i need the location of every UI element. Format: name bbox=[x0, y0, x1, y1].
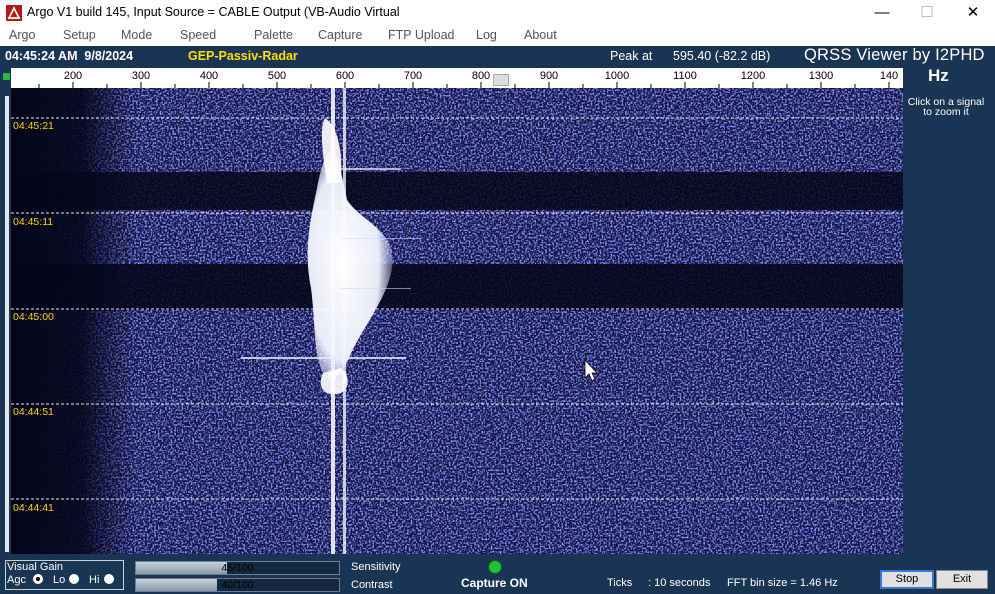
hi-label: Hi bbox=[89, 574, 100, 586]
time-mark: 04:44:41 bbox=[13, 502, 54, 514]
visual-gain-title: Visual Gain bbox=[7, 561, 64, 573]
menu-setup[interactable]: Setup bbox=[63, 28, 96, 42]
window-title: Argo V1 build 145, Input Source = CABLE … bbox=[27, 5, 400, 19]
maximize-icon[interactable]: ☐ bbox=[904, 0, 950, 26]
ruler-label: 1100 bbox=[673, 70, 697, 82]
ruler-label: 300 bbox=[131, 70, 151, 82]
capture-status: Capture ON bbox=[461, 576, 528, 590]
lo-label: Lo bbox=[53, 574, 66, 586]
menu-capture[interactable]: Capture bbox=[318, 28, 362, 42]
ruler-label: 1000 bbox=[604, 70, 630, 82]
sensitivity-label: Sensitivity bbox=[351, 561, 401, 573]
ruler-label: 700 bbox=[403, 70, 423, 82]
frequency-unit: Hz bbox=[928, 66, 949, 85]
agc-radio[interactable] bbox=[33, 574, 43, 584]
time-mark: 04:45:21 bbox=[13, 120, 54, 132]
contrast-label: Contrast bbox=[351, 579, 393, 591]
peak-label: Peak at bbox=[610, 49, 653, 63]
ruler-label: 800 bbox=[471, 70, 491, 82]
hi-radio[interactable] bbox=[104, 574, 114, 584]
ruler-label: 600 bbox=[335, 70, 355, 82]
exit-button[interactable]: Exit bbox=[936, 570, 988, 589]
stop-button[interactable]: Stop bbox=[880, 570, 934, 589]
peak-value: 595.40 (-82.2 dB) bbox=[673, 49, 771, 63]
level-indicator bbox=[3, 73, 10, 80]
close-icon[interactable]: ✕ bbox=[950, 0, 995, 26]
menu-argo[interactable]: Argo bbox=[9, 28, 35, 42]
ruler-scroll-handle[interactable] bbox=[493, 74, 509, 86]
contrast-value: 40/100 bbox=[221, 579, 254, 591]
menu-about[interactable]: About bbox=[524, 28, 557, 42]
contrast-slider[interactable]: 40/100 bbox=[135, 578, 340, 592]
fft-bin-size: FFT bin size = 1.46 Hz bbox=[727, 577, 838, 589]
lo-radio[interactable] bbox=[69, 574, 79, 584]
capture-status-led-icon[interactable] bbox=[488, 560, 502, 574]
zoom-hint: Click on a signal to zoom it bbox=[907, 96, 985, 118]
ticks-value: : 10 seconds bbox=[648, 577, 711, 589]
ruler-label: 400 bbox=[199, 70, 219, 82]
agc-label: Agc bbox=[7, 574, 26, 586]
ticks-label: Ticks bbox=[607, 577, 633, 589]
menu-log[interactable]: Log bbox=[476, 28, 497, 42]
ruler-label: 1200 bbox=[740, 70, 766, 82]
menu-ftp-upload[interactable]: FTP Upload bbox=[388, 28, 454, 42]
ruler-label: 140 bbox=[879, 70, 899, 82]
clock-datetime: 04:45:24 AM 9/8/2024 bbox=[5, 49, 134, 63]
argo-app-icon bbox=[6, 5, 22, 21]
waterfall-display[interactable] bbox=[11, 88, 903, 554]
time-mark: 04:45:11 bbox=[13, 216, 54, 228]
viewer-title: QRSS Viewer by I2PHD bbox=[804, 46, 985, 64]
time-mark: 04:45:00 bbox=[13, 311, 54, 323]
menu-speed[interactable]: Speed bbox=[180, 28, 216, 42]
menu-palette[interactable]: Palette bbox=[254, 28, 293, 42]
minimize-icon[interactable]: — bbox=[859, 0, 905, 26]
menu-mode[interactable]: Mode bbox=[121, 28, 152, 42]
level-bar bbox=[5, 96, 9, 552]
ruler-label: 200 bbox=[63, 70, 83, 82]
sensitivity-value: 45/100 bbox=[221, 562, 254, 574]
time-grid bbox=[11, 117, 903, 500]
ruler-label: 500 bbox=[267, 70, 287, 82]
time-mark: 04:44:51 bbox=[13, 406, 54, 418]
ruler-label: 1300 bbox=[808, 70, 834, 82]
station-label: GEP-Passiv-Radar bbox=[188, 49, 298, 63]
sensitivity-slider[interactable]: 45/100 bbox=[135, 561, 340, 575]
ruler-label: 900 bbox=[539, 70, 559, 82]
